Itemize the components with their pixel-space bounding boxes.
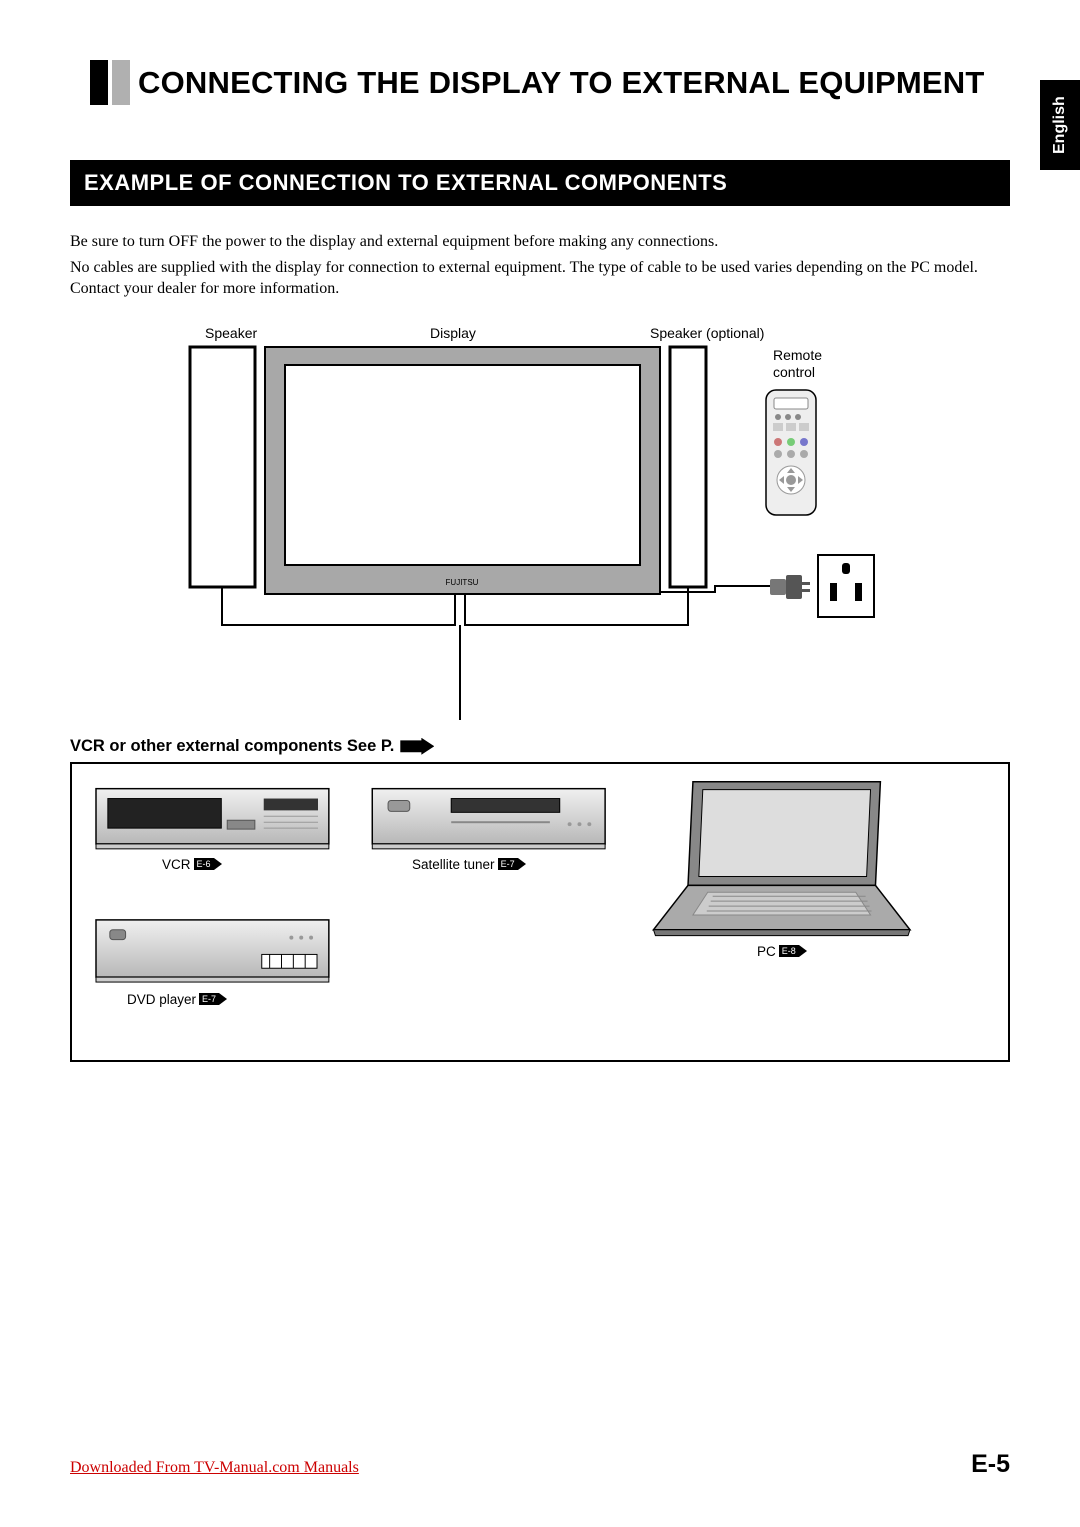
external-heading-text: VCR or other external components See P. xyxy=(70,737,394,756)
page-ref-pc-text: E-8 xyxy=(779,945,799,957)
satellite-text: Satellite tuner xyxy=(412,857,495,872)
language-tab: English xyxy=(1040,80,1080,170)
page-title: CONNECTING THE DISPLAY TO EXTERNAL EQUIP… xyxy=(138,65,984,101)
paragraph-2: No cables are supplied with the display … xyxy=(70,257,1010,300)
paragraph-1: Be sure to turn OFF the power to the dis… xyxy=(70,231,1010,253)
arrow-icon xyxy=(400,738,434,755)
download-link[interactable]: Downloaded From TV-Manual.com Manuals xyxy=(70,1459,359,1477)
page-ref-arrow-icon xyxy=(214,858,222,870)
page-ref-vcr: E-6 xyxy=(194,858,222,870)
page-ref-pc: E-8 xyxy=(779,945,807,957)
page-footer: Downloaded From TV-Manual.com Manuals E-… xyxy=(70,1450,1010,1479)
pc-text: PC xyxy=(757,944,776,959)
title-decoration xyxy=(90,60,130,105)
label-vcr: VCR E-6 xyxy=(162,857,222,872)
svg-text:FUJITSU: FUJITSU xyxy=(446,578,479,587)
section-heading: EXAMPLE OF CONNECTION TO EXTERNAL COMPON… xyxy=(70,160,1010,206)
vcr-text: VCR xyxy=(162,857,191,872)
title-block-gray xyxy=(112,60,130,105)
page-ref-arrow-icon xyxy=(799,945,807,957)
label-dvd: DVD player E-7 xyxy=(127,992,227,1007)
external-components-heading: VCR or other external components See P. xyxy=(70,737,1010,756)
page-title-row: CONNECTING THE DISPLAY TO EXTERNAL EQUIP… xyxy=(90,60,1010,105)
page-ref-dvd-text: E-7 xyxy=(199,993,219,1005)
connection-diagram: Speaker Display Speaker (optional) Remot… xyxy=(70,325,1010,725)
label-satellite: Satellite tuner E-7 xyxy=(412,857,526,872)
page-ref-arrow-icon xyxy=(219,993,227,1005)
page-ref-arrow-icon xyxy=(518,858,526,870)
page-number: E-5 xyxy=(971,1450,1010,1479)
external-components-box: VCR E-6 DVD player E-7 Satellite tuner E… xyxy=(70,762,1010,1062)
page-ref-dvd: E-7 xyxy=(199,993,227,1005)
diagram-svg: FUJITSU xyxy=(70,325,1010,725)
components-svg xyxy=(72,764,1008,1060)
label-pc: PC E-8 xyxy=(757,944,807,959)
page-ref-satellite-text: E-7 xyxy=(498,858,518,870)
page-ref-vcr-text: E-6 xyxy=(194,858,214,870)
title-block-black xyxy=(90,60,108,105)
page-ref-satellite: E-7 xyxy=(498,858,526,870)
dvd-text: DVD player xyxy=(127,992,196,1007)
